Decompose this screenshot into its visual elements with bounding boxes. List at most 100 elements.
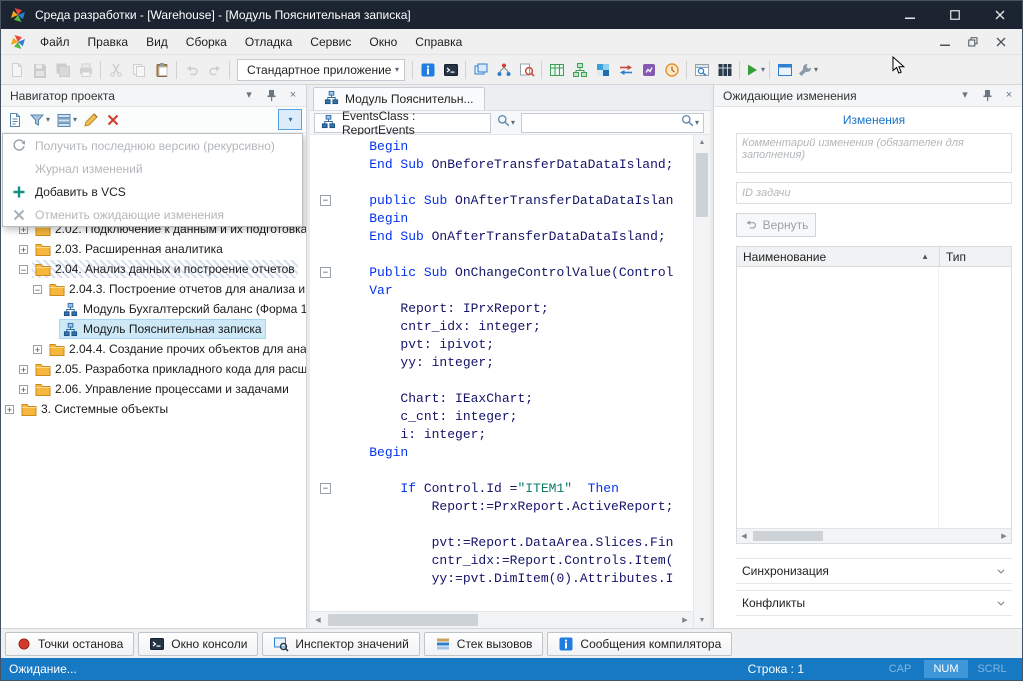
dock-tab[interactable]: Точки останова [5,632,134,656]
data-transfer-button[interactable] [614,58,637,81]
mdi-close-button[interactable] [990,33,1012,51]
tree-item[interactable]: +2.06. Управление процессами и задачами [1,379,306,399]
scheduler-button[interactable] [660,58,683,81]
scope-combo[interactable]: EventsClass : ReportEvents [314,113,491,133]
menu-item[interactable]: Правка [79,30,138,54]
menu-item[interactable]: Окно [360,30,406,54]
table-body[interactable] [737,267,1011,528]
vcs-menu-button[interactable]: ▾ [278,109,302,130]
scroll-right-icon[interactable]: ▶ [677,612,693,628]
fold-toggle-icon[interactable]: − [320,267,331,278]
object-search-button[interactable] [515,58,538,81]
menu-item[interactable]: Сборка [177,30,236,54]
paste-button[interactable] [150,58,173,81]
menu-item[interactable]: Сервис [301,30,360,54]
pin-icon[interactable] [980,89,994,103]
code-area[interactable]: −−− Begin End Sub OnBeforeTransferDataDa… [310,135,693,611]
nav-filter-button[interactable]: ▾ [27,109,52,131]
menu-item[interactable]: Отладка [236,30,301,54]
dock-tab[interactable]: Сообщения компилятора [547,632,732,656]
dock-tab[interactable]: Окно консоли [138,632,258,656]
cut-button[interactable] [104,58,127,81]
cubes-button[interactable] [591,58,614,81]
menu-item[interactable]: Вид [137,30,177,54]
hscroll-thumb[interactable] [328,614,478,626]
tree-expander-icon[interactable]: − [19,265,28,274]
settings-button[interactable]: ▾ [796,58,819,81]
table-hscroll-thumb[interactable] [753,531,823,541]
task-id-input[interactable] [736,182,1012,204]
menu-item[interactable]: Справка [406,30,471,54]
tree-expander-icon[interactable]: + [19,385,28,394]
scope-search-button[interactable]: ▾ [494,113,518,133]
context-menu-item[interactable]: Журнал изменений [3,157,302,180]
app-type-combo[interactable]: Стандартное приложение▾ [237,59,405,81]
tree-expander-icon[interactable]: + [5,405,14,414]
mdi-restore-button[interactable] [962,33,984,51]
chevron-down-icon[interactable]: ▾ [958,89,972,103]
chevron-down-icon[interactable]: ▾ [242,89,256,103]
editor-tab[interactable]: Модуль Пояснительн... [313,87,485,110]
tree-expander-icon[interactable]: + [19,245,28,254]
object-navigator-button[interactable] [492,58,515,81]
changes-section-link[interactable]: Изменения [736,107,1012,133]
tree-item[interactable]: −2.04. Анализ данных и построение отчето… [1,259,306,279]
editor-vscrollbar[interactable]: ▲ ▼ [693,135,710,628]
context-menu-item[interactable]: Получить последнюю версию (рекурсивно) [3,134,302,157]
redo-button[interactable] [203,58,226,81]
conflicts-section-header[interactable]: Конфликты [736,590,1012,616]
fold-toggle-icon[interactable]: − [320,195,331,206]
reports-button[interactable] [637,58,660,81]
dock-tab[interactable]: Стек вызовов [424,632,544,656]
console-window-button[interactable] [439,58,462,81]
tree-item[interactable]: +2.03. Расширенная аналитика [1,239,306,259]
comment-input[interactable] [736,133,1012,173]
query-tool-button[interactable] [690,58,713,81]
print-button[interactable] [74,58,97,81]
new-button[interactable] [5,58,28,81]
scroll-left-icon[interactable]: ◀ [737,529,751,543]
scroll-up-icon[interactable]: ▲ [694,135,710,150]
search-options-icon[interactable]: ▾ [695,118,699,127]
tree-item[interactable]: +2.05. Разработка прикладного кода для р… [1,359,306,379]
scroll-right-icon[interactable]: ▶ [997,529,1011,543]
context-menu-item[interactable]: Отменить ожидающие изменения [3,203,302,226]
pin-icon[interactable] [264,89,278,103]
copy-button[interactable] [127,58,150,81]
nav-delete-button[interactable] [103,109,123,131]
tree-expander-icon[interactable]: + [19,365,28,374]
about-button[interactable] [416,58,439,81]
scroll-down-icon[interactable]: ▼ [694,613,710,628]
hierarchies-button[interactable] [568,58,591,81]
menu-item[interactable]: Файл [31,30,79,54]
save-all-button[interactable] [51,58,74,81]
mdi-minimize-button[interactable] [934,33,956,51]
column-header-type[interactable]: Тип [939,247,1011,266]
fold-toggle-icon[interactable]: − [320,483,331,494]
context-menu-item[interactable]: Добавить в VCS [3,180,302,203]
close-icon[interactable]: × [286,89,300,103]
undo-button[interactable] [180,58,203,81]
close-button[interactable] [977,1,1022,29]
tree-expander-icon[interactable]: + [33,345,42,354]
close-icon[interactable]: × [1002,89,1016,103]
revert-button[interactable]: Вернуть [736,213,816,237]
nav-view-mode-button[interactable]: ▾ [54,109,79,131]
window-list-button[interactable] [773,58,796,81]
scroll-left-icon[interactable]: ◀ [310,612,326,628]
dictionaries-button[interactable] [545,58,568,81]
tree-expander-icon[interactable]: − [33,285,42,294]
nav-edit-button[interactable] [81,109,101,131]
nav-new-object-button[interactable] [5,109,25,131]
form-designer-button[interactable] [713,58,736,81]
tree-item[interactable]: +2.04.4. Создание прочих объектов для ан… [1,339,306,359]
maximize-button[interactable] [932,1,977,29]
sync-section-header[interactable]: Синхронизация [736,558,1012,584]
table-hscrollbar[interactable]: ◀ ▶ [737,528,1011,543]
tree-item[interactable]: −2.04.3. Построение отчетов для анализа … [1,279,306,299]
minimize-button[interactable] [887,1,932,29]
tree-item[interactable]: Модуль Пояснительная записка [1,319,306,339]
search-icon[interactable] [681,114,694,132]
tree-item[interactable]: +3. Системные объекты [1,399,306,419]
vscroll-thumb[interactable] [696,153,708,217]
